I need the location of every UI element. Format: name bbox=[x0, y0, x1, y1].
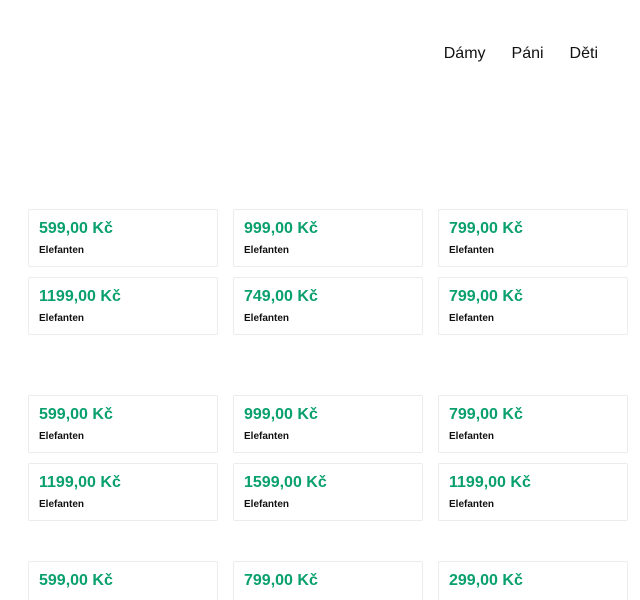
product-grid: 599,00 Kč Elefanten 999,00 Kč Elefanten … bbox=[28, 395, 628, 521]
product-price: 299,00 Kč bbox=[449, 572, 523, 589]
product-brand: Elefanten bbox=[449, 313, 495, 324]
product-section-2: 599,00 Kč Elefanten 999,00 Kč Elefanten … bbox=[28, 395, 628, 521]
product-brand: Elefanten bbox=[449, 431, 495, 442]
product-card[interactable]: 799,00 Kč Elefanten bbox=[438, 395, 628, 453]
nav-item-pani[interactable]: Páni bbox=[512, 44, 544, 64]
product-card[interactable]: 999,00 Kč Elefanten bbox=[233, 209, 423, 267]
product-card[interactable]: 799,00 Kč Elefanten bbox=[438, 209, 628, 267]
product-price: 799,00 Kč bbox=[449, 406, 523, 423]
product-grid: 599,00 Kč Elefanten 999,00 Kč Elefanten … bbox=[28, 209, 628, 335]
product-card[interactable]: 999,00 Kč Elefanten bbox=[233, 395, 423, 453]
product-brand: Elefanten bbox=[39, 313, 85, 324]
product-price: 799,00 Kč bbox=[449, 220, 523, 237]
product-card[interactable]: 1199,00 Kč Elefanten bbox=[28, 277, 218, 335]
product-price: 1199,00 Kč bbox=[39, 288, 121, 305]
nav-item-deti[interactable]: Děti bbox=[570, 44, 598, 64]
product-card[interactable]: 1199,00 Kč Elefanten bbox=[438, 463, 628, 521]
product-card[interactable]: 799,00 Kč Elefanten bbox=[438, 277, 628, 335]
product-price: 799,00 Kč bbox=[244, 572, 318, 589]
product-card[interactable]: 1599,00 Kč Elefanten bbox=[233, 463, 423, 521]
product-brand: Elefanten bbox=[244, 313, 290, 324]
product-price: 599,00 Kč bbox=[39, 406, 113, 423]
product-brand: Elefanten bbox=[244, 245, 290, 256]
product-brand: Elefanten bbox=[449, 499, 495, 510]
product-card[interactable]: 599,00 Kč Elefanten bbox=[28, 209, 218, 267]
product-price: 999,00 Kč bbox=[244, 406, 318, 423]
product-grid: 599,00 Kč 799,00 Kč 299,00 Kč bbox=[28, 561, 628, 600]
product-price: 1599,00 Kč bbox=[244, 474, 327, 491]
product-card[interactable]: 599,00 Kč Elefanten bbox=[28, 395, 218, 453]
product-price: 599,00 Kč bbox=[39, 220, 113, 237]
product-card[interactable]: 749,00 Kč Elefanten bbox=[233, 277, 423, 335]
product-card[interactable]: 1199,00 Kč Elefanten bbox=[28, 463, 218, 521]
product-card[interactable]: 799,00 Kč bbox=[233, 561, 423, 600]
page: Dámy Páni Děti 599,00 Kč Elefanten 999,0… bbox=[0, 0, 640, 600]
product-card[interactable]: 599,00 Kč bbox=[28, 561, 218, 600]
product-price: 749,00 Kč bbox=[244, 288, 318, 305]
product-price: 1199,00 Kč bbox=[449, 474, 531, 491]
product-price: 799,00 Kč bbox=[449, 288, 523, 305]
product-section-1: 599,00 Kč Elefanten 999,00 Kč Elefanten … bbox=[28, 209, 628, 335]
product-brand: Elefanten bbox=[39, 245, 85, 256]
product-brand: Elefanten bbox=[449, 245, 495, 256]
product-price: 1199,00 Kč bbox=[39, 474, 121, 491]
product-price: 999,00 Kč bbox=[244, 220, 318, 237]
product-brand: Elefanten bbox=[244, 499, 290, 510]
nav-item-damy[interactable]: Dámy bbox=[444, 44, 486, 64]
product-brand: Elefanten bbox=[39, 499, 85, 510]
product-card[interactable]: 299,00 Kč bbox=[438, 561, 628, 600]
product-section-3: 599,00 Kč 799,00 Kč 299,00 Kč bbox=[28, 561, 628, 600]
product-brand: Elefanten bbox=[244, 431, 290, 442]
product-price: 599,00 Kč bbox=[39, 572, 113, 589]
product-brand: Elefanten bbox=[39, 431, 85, 442]
main-navigation: Dámy Páni Děti bbox=[444, 44, 598, 64]
